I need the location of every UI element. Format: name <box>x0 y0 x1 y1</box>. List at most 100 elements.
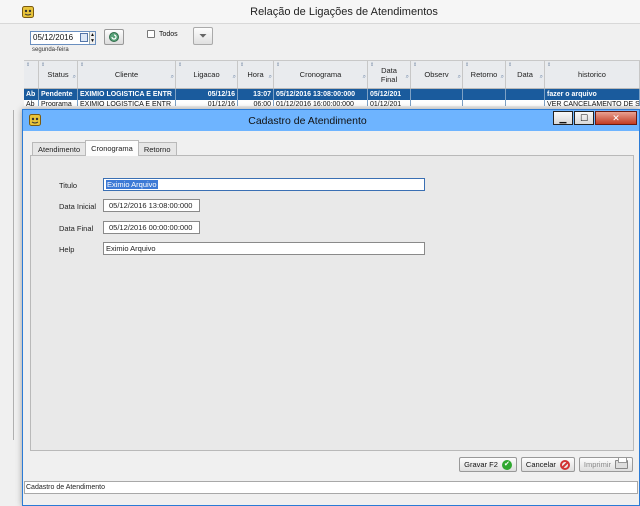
titulo-field[interactable]: Eximio Arquivo <box>103 178 425 191</box>
dialog-title-bar[interactable]: Cadastro de Atendimento ▁ ☐ ✕ <box>23 110 639 131</box>
sort-icon: ⇕ <box>240 62 245 68</box>
col-header-observ[interactable]: ⇕ Observ ⌕ <box>411 61 463 88</box>
tab-retorno[interactable]: Retorno <box>137 142 177 156</box>
filter-icon[interactable]: ⌕ <box>269 74 272 81</box>
col-header-cronograma[interactable]: ⇕ Cronograma ⌕ <box>274 61 368 88</box>
grid-header: ⇕ ⇕ Status ⌕ ⇕ Cliente ⌕ ⇕ Ligacao ⌕ ⇕ Hora ⌕ ⇕ C… <box>24 60 640 89</box>
filter-icon[interactable]: ⌕ <box>363 74 366 81</box>
col-header-historico[interactable]: ⇕ historico <box>545 61 640 88</box>
date-spinner[interactable]: ▲ ▼ <box>89 32 95 44</box>
maximize-button[interactable]: ☐ <box>574 111 594 125</box>
date-picker[interactable]: 05/12/2016 ▲ ▼ <box>30 31 96 45</box>
cell-data <box>506 89 545 100</box>
data-final-label: Data Final <box>59 224 94 233</box>
filter-icon[interactable]: ⌕ <box>540 74 543 81</box>
close-icon: ✕ <box>612 112 620 123</box>
sort-icon: ⇕ <box>80 62 85 68</box>
sort-icon: ⇕ <box>370 62 375 68</box>
main-window-title: Relação de Ligações de Atendimentos <box>250 5 438 18</box>
cell-hora: 06:00 <box>238 100 274 106</box>
cell-historico: fazer o arquivo <box>545 89 640 100</box>
filter-icon[interactable]: ⌕ <box>73 74 76 81</box>
col-header-ligacao[interactable]: ⇕ Ligacao ⌕ <box>176 61 238 88</box>
close-button[interactable]: ✕ <box>595 111 637 125</box>
cell-data <box>506 100 545 106</box>
dialog-buttons: Gravar F2 ✔ Cancelar Imprimir <box>459 457 633 472</box>
cell-retorno <box>463 100 506 106</box>
filter-button[interactable]: ⏷ <box>193 27 213 45</box>
minimize-button[interactable]: ▁ <box>553 111 573 125</box>
table-row[interactable]: Ab Pendente EXIMIO LOGISTICA E ENTR 05/1… <box>24 89 640 100</box>
filter-icon[interactable]: ⌕ <box>458 74 461 81</box>
check-icon: ✔ <box>501 459 512 470</box>
sort-icon: ⇕ <box>41 62 46 68</box>
date-value: 05/12/2016 <box>33 33 74 42</box>
col-header-data[interactable]: ⇕ Data ⌕ <box>506 61 545 88</box>
cancelar-label: Cancelar <box>525 460 556 469</box>
cell-data-final: 01/12/201 <box>368 100 411 106</box>
attendance-grid: ⇕ ⇕ Status ⌕ ⇕ Cliente ⌕ ⇕ Ligacao ⌕ ⇕ Hora ⌕ ⇕ C… <box>24 60 640 106</box>
col-header-status[interactable]: ⇕ Status ⌕ <box>39 61 78 88</box>
cell-observ <box>411 89 463 100</box>
col-header-data-final[interactable]: ⇕ Data Final ⌕ <box>368 61 411 88</box>
help-label: Help <box>59 245 75 254</box>
printer-icon <box>615 457 628 469</box>
help-field[interactable]: Eximio Arquivo <box>103 242 425 255</box>
imprimir-button[interactable]: Imprimir <box>578 457 633 472</box>
filter-icon: ⏷ <box>199 30 207 42</box>
calendar-icon[interactable] <box>80 33 88 42</box>
sort-icon: ⇕ <box>465 62 470 68</box>
cadastro-dialog: Cadastro de Atendimento ▁ ☐ ✕ Atendiment… <box>22 109 640 506</box>
main-title-bar: Relação de Ligações de Atendimentos <box>0 0 640 24</box>
col-header-hora[interactable]: ⇕ Hora ⌕ <box>238 61 274 88</box>
cell-historico: VER CANCELAMENTO DE SE <box>547 100 640 106</box>
data-final-field[interactable]: 05/12/2016 00:00:00:000 <box>103 221 200 234</box>
cell-cronograma: 01/12/2016 16:00:00:000 <box>274 100 368 106</box>
cell-status: Pendente <box>39 89 78 100</box>
cell-cronograma: 05/12/2016 13:08:00:000 <box>274 89 368 100</box>
sort-icon: ⇕ <box>413 62 418 68</box>
col-header-retorno[interactable]: ⇕ Retorno ⌕ <box>463 61 506 88</box>
sort-icon: ⇕ <box>178 62 183 68</box>
cell-cliente: EXIMIO LOGISTICA E ENTR <box>78 100 176 106</box>
sort-icon: ⇕ <box>547 62 552 68</box>
titulo-label: Titulo <box>59 181 78 190</box>
table-row[interactable]: Ab Programa EXIMIO LOGISTICA E ENTR 01/1… <box>24 100 640 106</box>
filter-icon[interactable]: ⌕ <box>171 74 174 81</box>
cell-type: Ab <box>24 100 39 106</box>
tab-atendimento[interactable]: Atendimento <box>32 142 87 156</box>
dialog-tabs: Atendimento Cronograma Retorno <box>32 140 177 156</box>
filter-icon[interactable]: ⌕ <box>406 74 409 81</box>
col-header-cliente[interactable]: ⇕ Cliente ⌕ <box>78 61 176 88</box>
cancel-icon <box>559 459 570 470</box>
filter-icon[interactable]: ⌕ <box>233 74 236 81</box>
refresh-icon <box>109 32 119 42</box>
sort-icon: ⇕ <box>508 62 513 68</box>
maximize-icon: ☐ <box>579 112 589 123</box>
todos-checkbox-box[interactable] <box>147 30 155 38</box>
gravar-label: Gravar F2 <box>464 460 498 469</box>
cell-ligacao: 05/12/16 <box>176 89 238 100</box>
minimize-icon: ▁ <box>559 112 567 123</box>
data-inicial-label: Data Inicial <box>59 202 97 211</box>
gravar-button[interactable]: Gravar F2 ✔ <box>459 457 517 472</box>
window-controls: ▁ ☐ ✕ <box>552 111 637 125</box>
cell-retorno <box>463 89 506 100</box>
todos-label: Todos <box>159 30 178 38</box>
dialog-title: Cadastro de Atendimento <box>248 114 367 127</box>
cancelar-button[interactable]: Cancelar <box>520 457 575 472</box>
cronograma-panel: Titulo Eximio Arquivo Data Inicial 05/12… <box>30 155 634 451</box>
weekday-label: segunda-feira <box>32 47 69 53</box>
cell-observ <box>411 100 463 106</box>
cell-type: Ab <box>24 89 39 100</box>
todos-checkbox[interactable]: Todos <box>147 30 178 38</box>
col-header-type[interactable]: ⇕ <box>24 61 39 88</box>
window-edge-divider <box>13 110 14 440</box>
imprimir-label: Imprimir <box>583 460 611 469</box>
cell-status: Programa <box>39 100 78 106</box>
app-icon <box>22 5 34 18</box>
tab-cronograma[interactable]: Cronograma <box>85 140 139 156</box>
data-inicial-field[interactable]: 05/12/2016 13:08:00:000 <box>103 199 200 212</box>
filter-icon[interactable]: ⌕ <box>501 74 504 81</box>
refresh-button[interactable] <box>104 29 124 45</box>
